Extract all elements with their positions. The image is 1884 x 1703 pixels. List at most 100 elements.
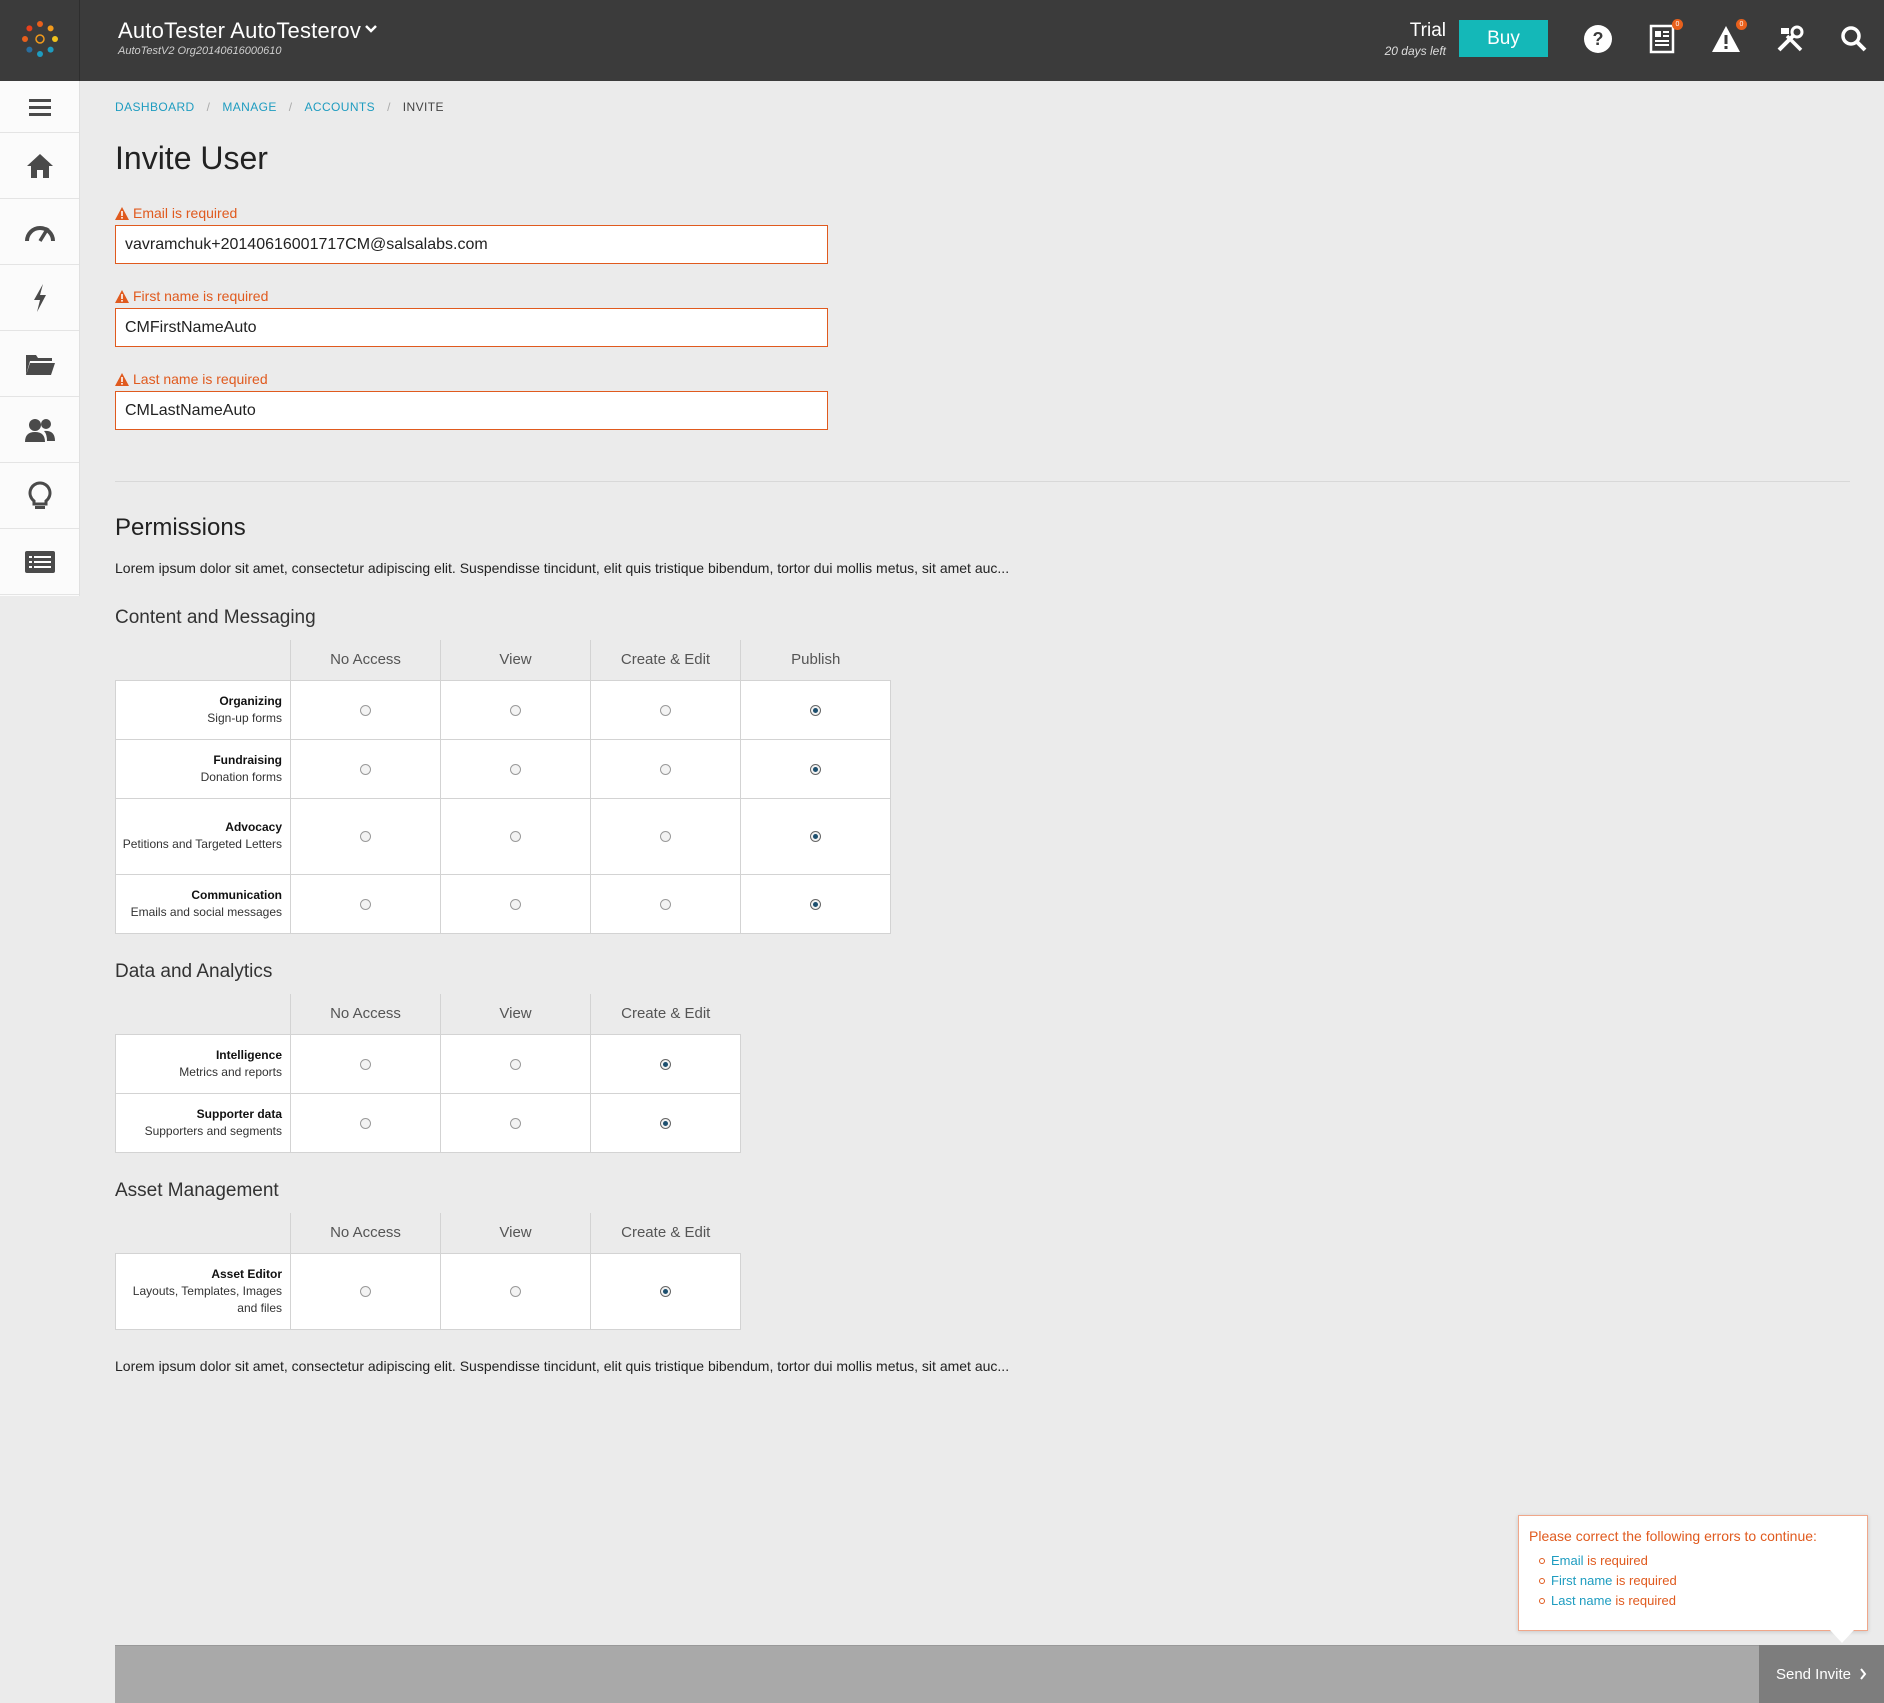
email-field[interactable]	[115, 225, 828, 264]
dashboard-gauge-icon[interactable]	[0, 199, 79, 265]
table-row: Communication Emails and social messages	[115, 873, 891, 934]
people-icon[interactable]	[0, 397, 79, 463]
content-messaging-table: No Access View Create & Edit Publish Org…	[115, 640, 891, 934]
column-header: No Access	[290, 994, 441, 1034]
first-name-field[interactable]	[115, 308, 828, 347]
breadcrumb-manage[interactable]: MANAGE	[222, 100, 276, 114]
error-item: Last name is required	[1529, 1593, 1857, 1608]
page-title: Invite User	[115, 140, 268, 176]
radio-publish[interactable]	[810, 763, 821, 775]
radio-publish[interactable]	[810, 704, 821, 716]
table-row: Supporter data Supporters and segments	[115, 1092, 741, 1153]
radio-create-edit[interactable]	[660, 898, 671, 910]
breadcrumb-dashboard[interactable]: DASHBOARD	[115, 100, 195, 114]
column-header: View	[440, 1213, 591, 1253]
send-invite-label: Send Invite	[1775, 1665, 1852, 1683]
row-label: Advocacy Petitions and Targeted Letters	[115, 797, 291, 875]
table-row: Fundraising Donation forms	[115, 738, 891, 799]
folder-icon[interactable]	[0, 331, 79, 397]
org-name: AutoTestV2 Org20140616000610	[118, 45, 282, 57]
row-label: Intelligence Metrics and reports	[115, 1033, 291, 1094]
news-badge: 0	[1672, 19, 1683, 30]
radio-create-edit[interactable]	[660, 704, 671, 716]
breadcrumb-accounts[interactable]: ACCOUNTS	[305, 100, 376, 114]
column-header: Publish	[740, 640, 891, 680]
column-header: No Access	[290, 1213, 441, 1253]
column-header: Create & Edit	[590, 994, 741, 1034]
radio-view[interactable]	[510, 1058, 521, 1070]
last-name-error: Last name is required	[115, 371, 268, 387]
row-label: Fundraising Donation forms	[115, 738, 291, 799]
alert-badge: 0	[1736, 19, 1747, 30]
column-header: No Access	[290, 640, 441, 680]
alert-icon[interactable]: 0	[1709, 19, 1747, 56]
radio-view[interactable]	[510, 898, 521, 910]
tools-icon[interactable]	[1773, 22, 1807, 56]
lightning-icon[interactable]	[0, 265, 79, 331]
warning-icon	[115, 372, 129, 386]
error-summary-popover: Please correct the following errors to c…	[1518, 1515, 1868, 1631]
error-summary-heading: Please correct the following errors to c…	[1529, 1528, 1817, 1544]
radio-create-edit[interactable]	[660, 831, 671, 843]
list-icon[interactable]	[0, 529, 79, 595]
email-error: Email is required	[115, 205, 237, 221]
row-label: Supporter data Supporters and segments	[115, 1092, 291, 1153]
sidebar	[0, 81, 80, 596]
radio-create-edit[interactable]	[660, 1058, 671, 1070]
error-link-first-name[interactable]: First name	[1551, 1573, 1612, 1588]
radio-no-access[interactable]	[360, 704, 371, 716]
radio-no-access[interactable]	[360, 898, 371, 910]
radio-view[interactable]	[510, 1117, 521, 1129]
chevron-down-icon[interactable]	[364, 21, 378, 39]
radio-no-access[interactable]	[360, 763, 371, 775]
search-icon[interactable]	[1837, 22, 1871, 56]
content-messaging-title: Content and Messaging	[115, 607, 316, 628]
data-analytics-table: No Access View Create & Edit Intelligenc…	[115, 994, 741, 1153]
breadcrumb: DASHBOARD / MANAGE / ACCOUNTS / INVITE	[115, 100, 444, 114]
radio-view[interactable]	[510, 831, 521, 843]
last-name-error-text: Last name is required	[133, 371, 268, 387]
radio-no-access[interactable]	[360, 1117, 371, 1129]
home-icon[interactable]	[0, 133, 79, 199]
radio-create-edit[interactable]	[660, 763, 671, 775]
radio-no-access[interactable]	[360, 1286, 371, 1298]
row-label: Communication Emails and social messages	[115, 873, 291, 934]
logo-icon	[22, 21, 58, 57]
permissions-outro: Lorem ipsum dolor sit amet, consectetur …	[115, 1358, 1010, 1374]
lightbulb-icon[interactable]	[0, 463, 79, 529]
error-item: Email is required	[1529, 1553, 1857, 1568]
column-header: View	[440, 994, 591, 1034]
top-bar: AutoTester AutoTesterov AutoTestV2 Org20…	[0, 0, 1884, 81]
row-label: Organizing Sign-up forms	[115, 679, 291, 740]
send-invite-button[interactable]: Send Invite	[1759, 1645, 1884, 1703]
column-header: Create & Edit	[590, 640, 741, 680]
radio-publish[interactable]	[810, 898, 821, 910]
radio-no-access[interactable]	[360, 1058, 371, 1070]
buy-button[interactable]: Buy	[1459, 20, 1548, 57]
row-label: Asset Editor Layouts, Templates, Images a…	[115, 1252, 291, 1330]
permissions-intro: Lorem ipsum dolor sit amet, consectetur …	[115, 560, 1010, 576]
data-analytics-title: Data and Analytics	[115, 961, 273, 982]
error-link-email[interactable]: Email	[1551, 1553, 1584, 1568]
permissions-title: Permissions	[115, 514, 246, 541]
radio-view[interactable]	[510, 704, 521, 716]
chevron-right-icon	[1860, 1668, 1867, 1680]
news-icon[interactable]: 0	[1645, 19, 1683, 56]
svg-text:?: ?	[1593, 29, 1604, 49]
radio-view[interactable]	[510, 1286, 521, 1298]
menu-icon[interactable]	[0, 81, 79, 133]
radio-publish[interactable]	[810, 831, 821, 843]
table-row: Organizing Sign-up forms	[115, 679, 891, 740]
radio-no-access[interactable]	[360, 831, 371, 843]
radio-view[interactable]	[510, 763, 521, 775]
radio-create-edit[interactable]	[660, 1286, 671, 1298]
last-name-field[interactable]	[115, 391, 828, 430]
column-header: Create & Edit	[590, 1213, 741, 1253]
table-row: Advocacy Petitions and Targeted Letters	[115, 797, 891, 875]
account-switcher[interactable]: AutoTester AutoTesterov AutoTestV2 Org20…	[118, 18, 377, 57]
radio-create-edit[interactable]	[660, 1117, 671, 1129]
app-logo[interactable]	[0, 0, 80, 81]
error-link-last-name[interactable]: Last name	[1551, 1593, 1612, 1608]
footer-action-bar	[115, 1645, 1884, 1703]
help-icon[interactable]: ?	[1581, 22, 1615, 56]
